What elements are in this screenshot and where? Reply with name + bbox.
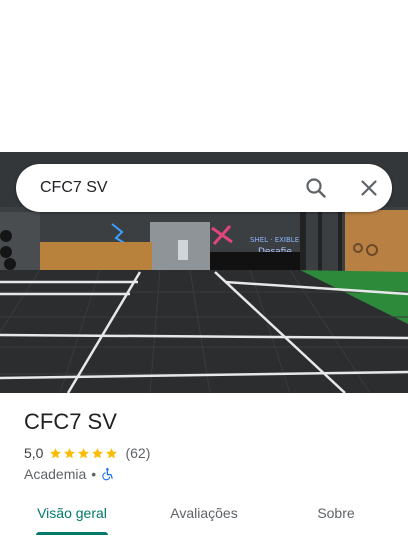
rating-value: 5,0 — [24, 445, 44, 461]
star-icon — [92, 447, 104, 458]
category-label: Academia — [24, 466, 87, 482]
rating-row[interactable]: 5,0 (62) — [24, 445, 150, 461]
separator-dot: • — [91, 466, 97, 482]
star-icon — [50, 447, 62, 458]
place-info-panel: CFC7 SV 5,0 (62) Academia • Visão geral … — [0, 393, 408, 544]
review-count[interactable]: (62) — [125, 445, 150, 461]
tab-reviews[interactable]: Avaliações — [156, 499, 252, 539]
tab-about[interactable]: Sobre — [288, 499, 384, 539]
search-bar[interactable] — [16, 164, 392, 212]
search-icon[interactable] — [304, 176, 328, 200]
wheelchair-icon — [102, 468, 113, 481]
active-tab-indicator — [36, 532, 108, 535]
map-blank-area — [0, 0, 408, 152]
search-input[interactable] — [40, 164, 280, 212]
category-row: Academia • — [24, 466, 115, 482]
star-icon — [106, 447, 118, 458]
svg-text:SHEL · EXIBLE: SHEL · EXIBLE — [250, 236, 299, 244]
place-title: CFC7 SV — [24, 409, 117, 434]
close-icon[interactable] — [357, 176, 381, 200]
rating-stars — [49, 447, 119, 460]
star-icon — [78, 447, 90, 458]
star-icon — [64, 447, 76, 458]
